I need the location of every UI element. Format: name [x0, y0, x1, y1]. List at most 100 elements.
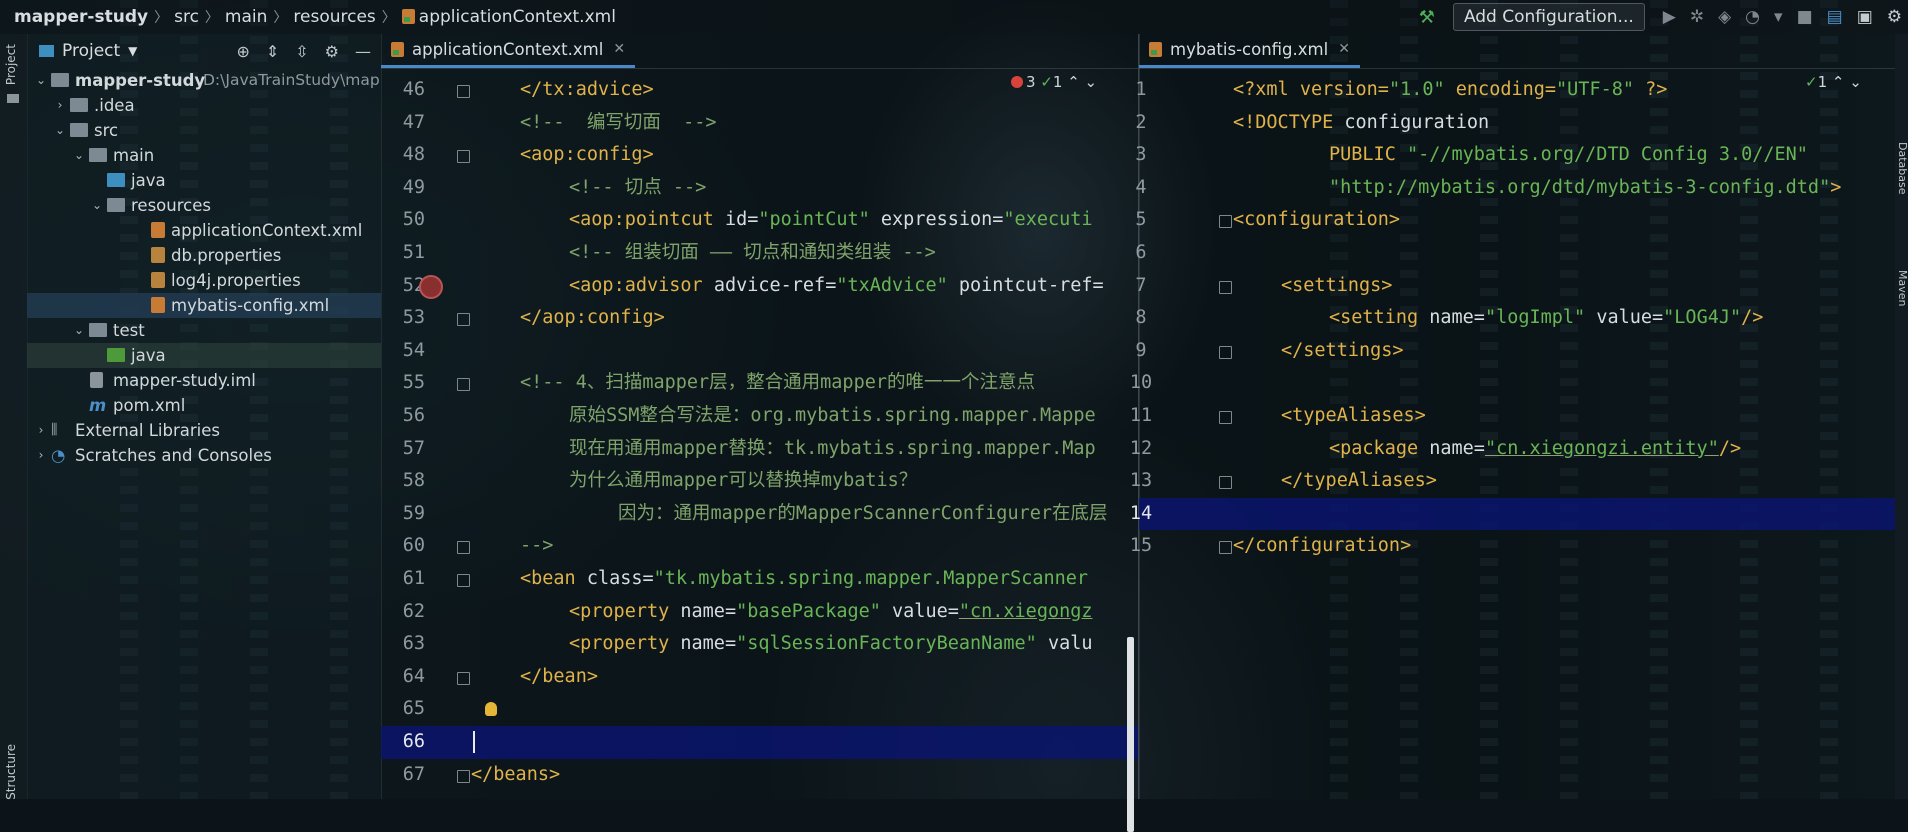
tab-applicationcontext-xml[interactable]: applicationContext.xml ✕ [381, 33, 636, 68]
line-number[interactable]: 63 [381, 628, 425, 661]
maven-tool-button[interactable]: Maven [1896, 270, 1908, 306]
debug-icon[interactable]: ✲ [1690, 7, 1704, 27]
tree-item-external-libraries[interactable]: › ⫼ External Libraries [27, 418, 381, 443]
chevron-down-icon[interactable]: ▼ [128, 44, 137, 58]
line-number[interactable]: 2 [1119, 107, 1163, 140]
tree-item-mapper-study[interactable]: ⌄ mapper-study D:\JavaTrainStudy\map [27, 68, 381, 93]
line-number[interactable]: 1 [1119, 74, 1163, 107]
hide-panel-icon[interactable]: — [355, 42, 371, 61]
structure-tool-button[interactable]: Structure [4, 744, 18, 800]
lightbulb-icon[interactable] [485, 702, 497, 717]
chevron-down-icon[interactable]: ⌄ [53, 118, 67, 143]
line-number[interactable]: 11 [1119, 400, 1163, 433]
coverage-icon[interactable]: ◈ [1718, 7, 1731, 27]
project-structure-icon[interactable]: ▤ [1827, 7, 1843, 27]
fold-marker-icon[interactable] [1219, 411, 1232, 424]
line-number[interactable]: 14 [1119, 498, 1163, 531]
fold-marker-icon[interactable] [457, 574, 470, 587]
tree-item-pom-xml[interactable]: m pom.xml [27, 393, 381, 418]
tree-item-scratches[interactable]: › ◔ Scratches and Consoles [27, 443, 381, 468]
line-number[interactable]: 53 [381, 302, 425, 335]
line-number[interactable]: 60 [381, 530, 425, 563]
line-number[interactable]: 66 [381, 726, 425, 759]
line-number[interactable]: 64 [381, 661, 425, 694]
breadcrumb-file[interactable]: applicationContext.xml [396, 7, 622, 27]
line-number[interactable]: 56 [381, 400, 425, 433]
line-number[interactable]: 10 [1119, 367, 1163, 400]
close-icon[interactable]: ✕ [613, 41, 625, 57]
project-view-selector[interactable]: Project [62, 41, 120, 61]
line-number[interactable]: 49 [381, 172, 425, 205]
chevron-up-icon[interactable]: ⌃ [1827, 73, 1845, 91]
close-icon[interactable]: ✕ [1338, 41, 1350, 57]
fold-marker-icon[interactable] [1219, 345, 1232, 359]
expand-all-icon[interactable]: ⇕ [266, 42, 279, 61]
add-configuration-button[interactable]: Add Configuration... [1452, 3, 1645, 31]
tree-item-resources[interactable]: ⌄ resources [27, 193, 381, 218]
chevron-down-icon[interactable]: ▾ [1774, 7, 1783, 27]
line-number[interactable]: 58 [381, 465, 425, 498]
advisor-gutter-icon[interactable] [419, 274, 443, 299]
chevron-down-icon[interactable]: ⌄ [72, 143, 86, 168]
line-number[interactable]: 9 [1119, 335, 1163, 368]
chevron-right-icon[interactable]: › [53, 93, 67, 118]
database-tool-button[interactable]: Database [1896, 142, 1908, 195]
fold-marker-icon[interactable] [1219, 280, 1232, 294]
fold-marker-icon[interactable] [457, 541, 470, 555]
tree-item-test[interactable]: ⌄ test [27, 318, 381, 343]
line-number[interactable]: 13 [1119, 465, 1163, 498]
fold-marker-icon[interactable] [1219, 541, 1232, 555]
line-number[interactable]: 4 [1119, 172, 1163, 205]
vertical-scrollbar[interactable] [1127, 637, 1134, 832]
line-number[interactable]: 50 [381, 204, 425, 237]
line-number[interactable]: 47 [381, 107, 425, 140]
inspection-widget[interactable]: 3 ✓1 ⌃ ⌄ [1011, 73, 1097, 91]
line-number[interactable]: 57 [381, 433, 425, 466]
line-number[interactable]: 5 [1119, 204, 1163, 237]
hammer-icon[interactable]: ⚒ [1419, 7, 1435, 28]
line-number[interactable]: 67 [381, 759, 425, 792]
tree-item-applicationcontext-xml[interactable]: applicationContext.xml [27, 218, 381, 243]
chevron-right-icon[interactable]: › [34, 443, 48, 468]
settings-icon[interactable]: ⚙ [1887, 7, 1902, 27]
tree-item-db-properties[interactable]: db.properties [27, 243, 381, 268]
gear-icon[interactable]: ⚙ [325, 42, 339, 61]
line-number[interactable]: 8 [1119, 302, 1163, 335]
fold-marker-icon[interactable] [457, 671, 470, 685]
line-number[interactable]: 55 [381, 367, 425, 400]
tree-item-idea[interactable]: › .idea [27, 93, 381, 118]
profile-icon[interactable]: ◔ [1745, 7, 1760, 27]
line-number[interactable]: 3 [1119, 139, 1163, 172]
tree-item-src[interactable]: ⌄ src [27, 118, 381, 143]
run-icon[interactable]: ▶ [1663, 7, 1676, 27]
chevron-down-icon[interactable]: ⌄ [34, 68, 48, 93]
breadcrumb-resources[interactable]: resources [287, 7, 381, 27]
breadcrumb-src[interactable]: src [168, 7, 205, 27]
tree-item-log4j-properties[interactable]: log4j.properties [27, 268, 381, 293]
line-number[interactable]: 51 [381, 237, 425, 270]
line-number[interactable]: 7 [1119, 270, 1163, 303]
fold-marker-icon[interactable] [457, 150, 470, 164]
line-number[interactable]: 6 [1119, 237, 1163, 270]
line-number[interactable]: 62 [381, 596, 425, 629]
chevron-down-icon[interactable]: ⌄ [1080, 73, 1098, 91]
collapse-all-icon[interactable]: ⇳ [295, 42, 308, 61]
chevron-down-icon[interactable]: ⌄ [1844, 73, 1862, 91]
tab-mybatis-config-xml[interactable]: mybatis-config.xml ✕ [1139, 33, 1360, 68]
line-number[interactable]: 48 [381, 139, 425, 172]
locate-icon[interactable]: ⊕ [236, 42, 249, 61]
tree-item-main[interactable]: ⌄ main [27, 143, 381, 168]
fold-marker-icon[interactable] [1219, 215, 1232, 229]
line-number[interactable]: 46 [381, 74, 425, 107]
breadcrumb-project[interactable]: mapper-study [0, 7, 154, 27]
line-number[interactable]: 15 [1119, 530, 1163, 563]
tree-item-test-java[interactable]: java [27, 343, 381, 368]
inspection-widget[interactable]: ✓1 ⌃ ⌄ [1805, 73, 1862, 91]
project-tool-button[interactable]: Project [4, 44, 18, 85]
search-everywhere-icon[interactable]: ▣ [1857, 7, 1873, 27]
line-number[interactable]: 54 [381, 335, 425, 368]
chevron-right-icon[interactable]: › [34, 418, 48, 443]
fold-marker-icon[interactable] [457, 313, 470, 327]
tree-item-java[interactable]: java [27, 168, 381, 193]
line-number[interactable]: 12 [1119, 433, 1163, 466]
